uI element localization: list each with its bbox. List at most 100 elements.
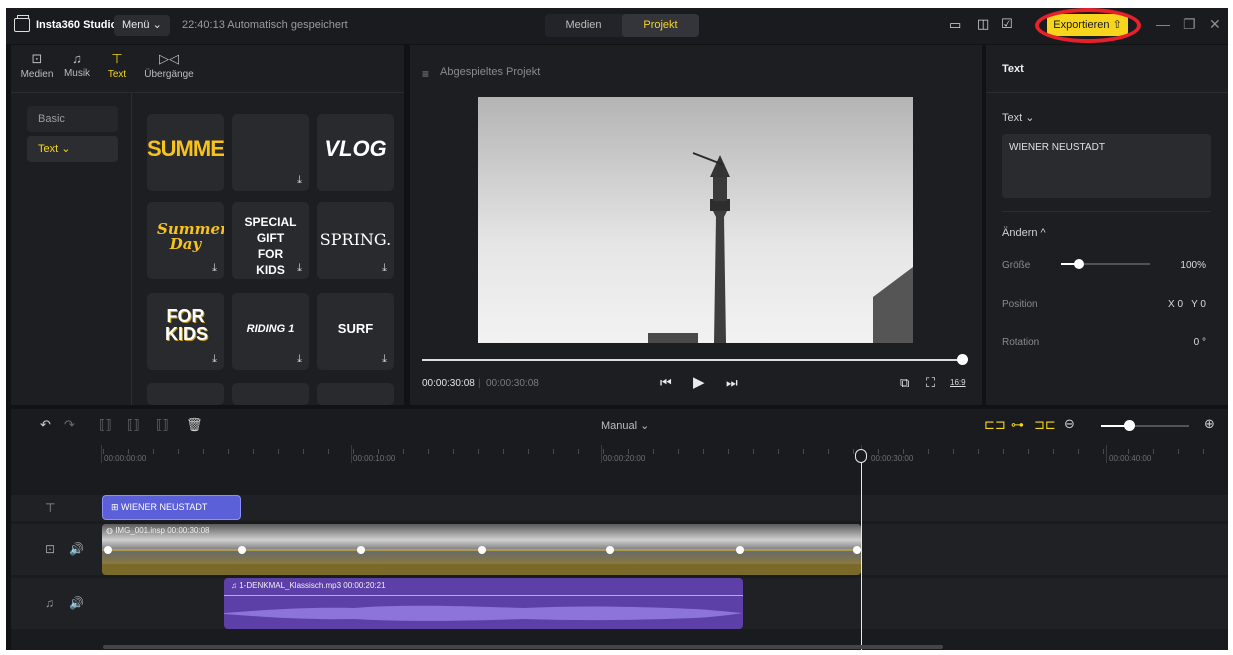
skip-back-icon[interactable]: ⏮ [660,375,672,391]
ruler-tick [928,449,929,454]
size-value[interactable]: 100% [1180,260,1206,271]
download-icon[interactable]: ⤓ [297,353,302,366]
properties-panel: Text Text ⌄ WIENER NEUSTADT Ändern ^ Grö… [986,45,1228,405]
close-icon[interactable]: ✕ [1209,16,1221,33]
size-slider-handle[interactable] [1074,259,1084,269]
seek-bar[interactable] [422,359,962,361]
split-left-icon[interactable]: ⟦⟧ [127,417,140,433]
play-icon[interactable]: ▶ [693,373,705,391]
ruler-tick [178,449,179,454]
zoom-out-icon[interactable]: ⊖ [1064,416,1075,432]
maximize-icon[interactable]: ❐ [1183,16,1196,33]
timeline-toolbar: ↶ ↷ ⟦⟧ ⟦⟧ ⟦⟧ 🗑 Manual ⌄ ⊏⊐ ⊶ ⊐⊏ ⊖ ⊕ [11,409,1228,439]
split-icon[interactable]: ⟦⟧ [99,417,112,433]
ruler-tick [728,449,729,454]
delete-icon[interactable]: 🗑 [186,417,203,433]
subtitles-icon[interactable]: ▭ [949,17,961,33]
ruler-major-tick [601,445,602,463]
seek-handle[interactable] [957,354,968,365]
lib-tab-musik[interactable]: ♫ Musik [57,51,97,79]
template-riding[interactable]: RIDING 1 ⤓ [232,293,309,370]
rotation-value[interactable]: 0 ° [1194,337,1206,348]
audio-clip[interactable]: ♫ 1-DENKMAL_Klassisch.mp3 00:00:20:21 [224,578,743,629]
template-special-gift[interactable]: SPECIAL GIFT FOR KIDS ⤓ [232,202,309,279]
ruler-tick [803,449,804,454]
ruler-tick [1128,449,1129,454]
template-more-3[interactable] [317,383,394,405]
library-tabs: ⊡ Medien ♫ Musik ⊤ Text ▷◁ Übergänge [11,45,404,93]
time-ruler[interactable]: 00:00:00:00 00:00:10:00 00:00:20:00 00:0… [101,441,1228,465]
template-surf[interactable]: SURF ⤓ [317,293,394,370]
video-clip-label: ◍ IMG_001.insp 00:00:30:08 [106,526,210,535]
ruler-tick [328,449,329,454]
ruler-tick [253,449,254,454]
template-summer-day[interactable]: Summer Day ⤓ [147,202,224,279]
horizontal-scrollbar[interactable] [103,645,943,649]
align-icon[interactable]: ⊐⊏ [1034,417,1056,433]
redo-icon[interactable]: ↷ [64,417,75,433]
ruler-tick [978,449,979,454]
position-value[interactable]: X 0 Y 0 [1168,299,1206,310]
tab-projekt[interactable]: Projekt [622,14,699,37]
zoom-slider-handle[interactable] [1124,420,1135,431]
lib-tab-uebergaenge[interactable]: ▷◁ Übergänge [141,51,197,80]
ruler-tick [428,449,429,454]
audio-baseline [224,595,743,596]
download-icon[interactable]: ⤓ [382,353,387,366]
properties-title: Text [1002,63,1024,75]
undo-icon[interactable]: ↶ [40,417,51,433]
text-content-input[interactable]: WIENER NEUSTADT [1002,134,1211,198]
ruler-tick [553,449,554,454]
lib-tab-medien[interactable]: ⊡ Medien [17,51,57,80]
size-label: Größe [1002,260,1031,271]
template-for-kids[interactable]: FOR KIDS ⤓ [147,293,224,370]
time-current: 00:00:30:08 [422,378,475,389]
mode-tabs: Medien Projekt [545,14,699,37]
layout-icon[interactable]: ◫ [977,16,989,32]
playhead-handle[interactable] [855,449,867,463]
transitions-icon: ▷◁ [159,51,179,66]
template-vlog[interactable]: VLOG [317,114,394,191]
edit-checklist-icon[interactable]: ☑ [1001,16,1013,32]
split-marker-icon[interactable]: ⊶ [1011,417,1024,433]
text-clip[interactable]: ⊞ WIENER NEUSTADT [102,495,241,520]
zoom-in-icon[interactable]: ⊕ [1204,416,1215,432]
split-right-icon[interactable]: ⟦⟧ [156,417,169,433]
download-icon[interactable]: ⤓ [297,174,302,187]
template-summer[interactable]: SUMMER [147,114,224,191]
edit-mode-dropdown[interactable]: Manual ⌄ [601,419,649,432]
template-more-2[interactable] [232,383,309,405]
crop-icon[interactable]: ⧉ [900,375,909,391]
skip-forward-icon[interactable]: ⏭ [726,375,738,391]
menu-button[interactable]: Menü ⌄ [114,15,170,36]
timeline-panel: ↶ ↷ ⟦⟧ ⟦⟧ ⟦⟧ 🗑 Manual ⌄ ⊏⊐ ⊶ ⊐⊏ ⊖ ⊕ 00:0… [11,409,1228,650]
category-basic[interactable]: Basic [27,106,118,132]
video-thumbnails [102,524,861,575]
template-more-1[interactable] [147,383,224,405]
template-blank[interactable]: ⤓ [232,114,309,191]
ruler-tick [1103,449,1104,454]
text-section-toggle[interactable]: Text ⌄ [1002,111,1034,124]
lib-tab-text[interactable]: ⊤ Text [97,51,137,80]
template-spring[interactable]: SPRING. ⤓ [317,202,394,279]
text-clip-icon: ⊞ [111,502,122,512]
adjust-section-toggle[interactable]: Ändern ^ [1002,227,1046,239]
minimize-icon[interactable]: — [1156,16,1170,32]
position-label: Position [1002,299,1038,310]
ruler-major-tick [1106,445,1107,463]
audio-volume-icon[interactable]: 🔊 [69,596,84,610]
music-icon: ♫ [72,51,82,66]
menu-lines-icon[interactable]: ≡ [422,67,429,81]
aspect-ratio-button[interactable]: 16:9 [950,378,966,387]
link-clips-icon[interactable]: ⊏⊐ [984,417,1006,433]
download-icon[interactable]: ⤓ [382,262,387,275]
video-clip[interactable]: ◍ IMG_001.insp 00:00:30:08 [102,524,861,575]
video-volume-icon[interactable]: 🔊 [69,542,84,556]
download-icon[interactable]: ⤓ [297,262,302,275]
download-icon[interactable]: ⤓ [212,262,217,275]
category-text[interactable]: Text ⌄ [27,136,118,162]
tab-medien[interactable]: Medien [545,14,622,37]
download-icon[interactable]: ⤓ [212,353,217,366]
video-frame[interactable] [478,97,913,343]
fullscreen-icon[interactable]: ⛶ [926,375,935,391]
